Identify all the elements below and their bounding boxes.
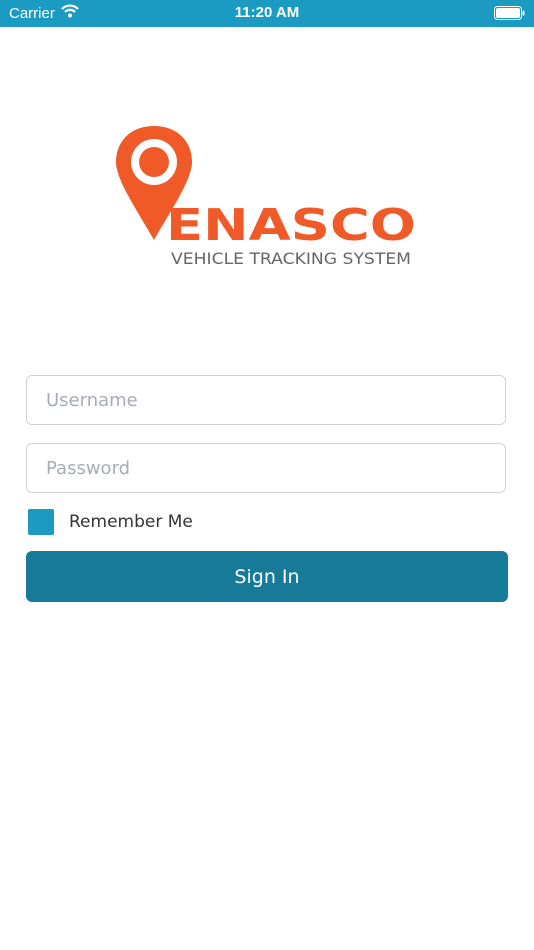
remember-me-checkbox[interactable] <box>28 509 54 535</box>
status-bar: Carrier 11:20 AM <box>0 0 534 27</box>
venasco-logo: ENASCO VEHICLE TRACKING SYSTEM <box>110 122 430 272</box>
battery-icon <box>494 6 526 25</box>
tagline: VEHICLE TRACKING SYSTEM <box>171 249 411 268</box>
status-time: 11:20 AM <box>234 4 300 21</box>
remember-me[interactable]: Remember Me <box>28 509 193 535</box>
password-input[interactable] <box>26 443 506 493</box>
remember-me-label: Remember Me <box>69 512 193 532</box>
sign-in-button[interactable]: Sign In <box>26 551 508 602</box>
username-input[interactable] <box>26 375 506 425</box>
brand-name: ENASCO <box>166 200 416 251</box>
